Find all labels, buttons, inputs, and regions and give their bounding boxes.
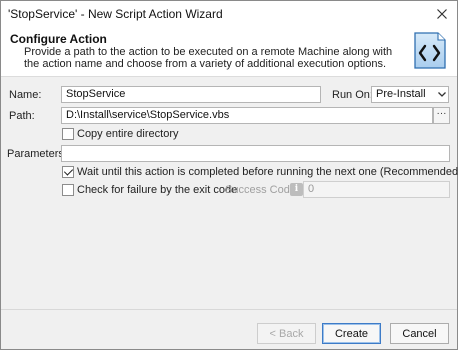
wizard-body: Name: StopService Run On: Pre-Install Pa… [1,78,458,309]
path-input[interactable]: D:\Install\service\StopService.vbs [61,107,433,124]
copy-directory-label: Copy entire directory [77,128,179,140]
run-on-value: Pre-Install [376,88,426,100]
name-label: Name: [9,89,42,101]
info-icon: i [290,183,303,196]
path-label: Path: [9,110,35,122]
create-button[interactable]: Create [322,323,381,344]
close-icon [437,9,447,19]
parameters-input[interactable] [61,145,450,162]
success-codes-input[interactable]: 0 [303,181,450,198]
wizard-window: 'StopService' - New Script Action Wizard… [0,0,458,350]
window-title: 'StopService' - New Script Action Wizard [8,7,223,21]
parameters-label: Parameters: [7,148,67,160]
wait-completion-label: Wait until this action is completed befo… [77,166,458,178]
check-failure-checkbox[interactable] [62,184,74,196]
run-on-select[interactable]: Pre-Install [371,86,449,103]
name-input[interactable]: StopService [61,86,321,103]
back-button[interactable]: < Back [257,323,316,344]
copy-directory-checkbox[interactable] [62,128,74,140]
title-bar: 'StopService' - New Script Action Wizard [1,1,457,27]
close-button[interactable] [427,1,457,27]
wait-completion-checkbox[interactable] [62,166,74,178]
wizard-footer: < Back Create Cancel [1,309,457,349]
wizard-header: Configure Action Provide a path to the a… [1,27,457,77]
check-failure-label: Check for failure by the exit code [77,184,238,196]
page-description: Provide a path to the action to be execu… [24,46,393,70]
page-title: Configure Action [10,32,107,46]
chevron-down-icon [435,87,448,102]
run-on-label: Run On: [332,89,373,101]
cancel-button[interactable]: Cancel [390,323,449,344]
browse-button[interactable]: ··· [433,107,450,124]
script-code-icon [414,32,446,69]
